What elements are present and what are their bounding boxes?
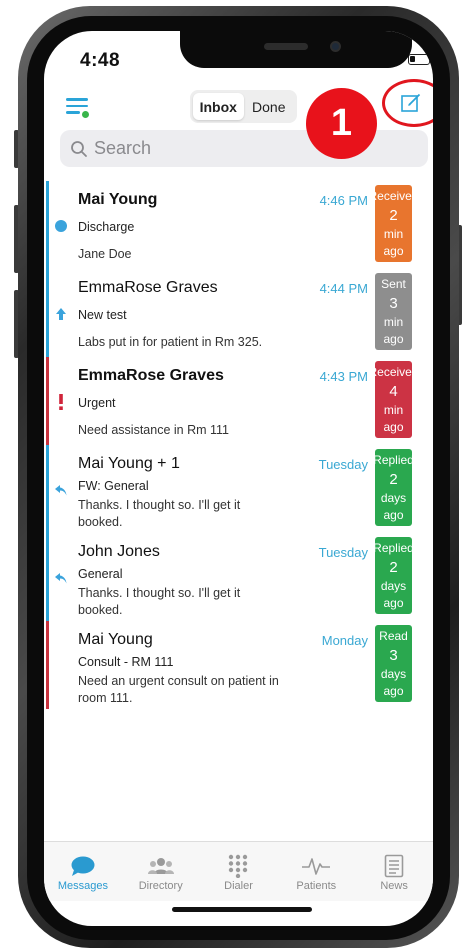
search-icon: [71, 140, 87, 157]
inbox-done-toggle: Inbox Done: [190, 90, 297, 123]
message-row[interactable]: Mai Young Monday Consult - RM 111 Need a…: [44, 621, 433, 709]
keypad-icon: [229, 854, 248, 878]
message-subject: New test: [78, 308, 127, 322]
home-indicator[interactable]: [172, 907, 312, 912]
message-preview: Need assistance in Rm 111: [78, 423, 230, 437]
row-color-bar: [46, 445, 49, 533]
status-label: Replied: [373, 452, 414, 467]
status-label: Replied: [373, 540, 414, 555]
message-sender: John Jones: [78, 543, 160, 560]
message-time: Tuesday: [318, 545, 368, 560]
status-tile: Read 3 days ago: [375, 625, 412, 702]
row-color-bar: [46, 533, 49, 621]
message-preview: Thanks. I thought so. I'll get it booked…: [78, 586, 241, 617]
status-count: 4: [389, 382, 398, 400]
status-count: 3: [389, 646, 398, 664]
status-unit: min ago: [383, 226, 404, 258]
message-subject: General: [78, 567, 123, 581]
online-status-dot: [81, 110, 90, 119]
tab-patients[interactable]: Patients: [277, 842, 355, 901]
status-tile: Replied 2 days ago: [373, 537, 414, 614]
status-unit: days ago: [380, 490, 407, 522]
status-count: 2: [389, 206, 398, 224]
message-row[interactable]: Mai Young + 1 Tuesday FW: General Thanks…: [44, 445, 433, 533]
message-time: 4:44 PM: [319, 281, 368, 296]
row-color-bar: [46, 181, 49, 269]
message-subject: Discharge: [78, 220, 135, 234]
tab-dialer[interactable]: Dialer: [200, 842, 278, 901]
newspaper-icon: [384, 854, 404, 878]
message-preview: Need an urgent consult on patient in roo…: [78, 674, 279, 705]
status-label: Read: [379, 628, 408, 643]
message-sender: EmmaRose Graves: [78, 279, 218, 296]
message-time: Tuesday: [318, 457, 368, 472]
message-sender: Mai Young: [78, 631, 153, 648]
status-unit: min ago: [383, 314, 404, 346]
message-sender: EmmaRose Graves: [78, 367, 224, 384]
status-tile: Received 4 min ago: [368, 361, 419, 438]
reply-arrow-icon: [54, 483, 68, 497]
tab-inbox[interactable]: Inbox: [193, 93, 244, 120]
message-subject: Consult - RM 111: [78, 655, 174, 669]
message-row[interactable]: EmmaRose Graves 4:44 PM New test Labs pu…: [44, 269, 433, 357]
message-sender: Mai Young: [78, 191, 158, 208]
tab-label: Patients: [296, 880, 337, 892]
tab-directory[interactable]: Directory: [122, 842, 200, 901]
tab-label: Directory: [138, 880, 183, 892]
status-unit: min ago: [383, 402, 404, 434]
tab-label: News: [380, 880, 408, 892]
status-label: Sent: [381, 276, 406, 291]
message-subject: Urgent: [78, 396, 116, 410]
battery-icon: [407, 53, 433, 65]
message-preview: Labs put in for patient in Rm 325.: [78, 335, 263, 349]
status-count: 2: [389, 558, 398, 576]
speaker: [264, 43, 308, 50]
status-count: 2: [389, 470, 398, 488]
status-tile: Received 2 min ago: [368, 185, 419, 262]
message-preview: Jane Doe: [78, 247, 132, 261]
message-time: 4:46 PM: [319, 193, 368, 208]
message-time: 4:43 PM: [319, 369, 368, 384]
step-number-badge: 1: [306, 88, 377, 159]
app-screen: 4:48 Inbox Done 1 Mai Young 4:46 PM Disc…: [44, 31, 433, 926]
message-subject: FW: General: [78, 479, 149, 493]
row-color-bar: [46, 269, 49, 357]
message-preview: Thanks. I thought so. I'll get it booked…: [78, 498, 241, 529]
status-label: Received: [368, 188, 419, 203]
status-unit: days ago: [380, 578, 407, 610]
status-unit: days ago: [380, 666, 407, 698]
front-camera: [330, 41, 341, 52]
people-icon: [147, 858, 174, 874]
message-time: Monday: [321, 633, 368, 648]
notch: [180, 31, 412, 68]
status-tile: Sent 3 min ago: [375, 273, 412, 350]
tab-news[interactable]: News: [355, 842, 433, 901]
tab-bar: Messages Directory Dialer Patients News: [44, 841, 433, 901]
message-list: Mai Young 4:46 PM Discharge Jane Doe Rec…: [44, 181, 433, 709]
highlight-circle: [382, 79, 433, 127]
status-count: 3: [389, 294, 398, 312]
reply-arrow-icon: [54, 571, 68, 585]
status-time: 4:48: [80, 50, 121, 71]
message-sender: Mai Young + 1: [78, 455, 180, 472]
message-row[interactable]: EmmaRose Graves 4:43 PM Urgent Need assi…: [44, 357, 433, 445]
tab-label: Messages: [57, 880, 108, 892]
status-label: Received: [368, 364, 419, 379]
message-row[interactable]: John Jones Tuesday General Thanks. I tho…: [44, 533, 433, 621]
urgent-exclamation-icon: [54, 394, 68, 410]
row-color-bar: [46, 621, 49, 709]
row-color-bar: [46, 357, 49, 445]
menu-icon[interactable]: [66, 98, 90, 119]
message-row[interactable]: Mai Young 4:46 PM Discharge Jane Doe Rec…: [44, 181, 433, 269]
heartbeat-icon: [302, 858, 331, 875]
tab-messages[interactable]: Messages: [44, 842, 122, 901]
unread-dot-icon: [54, 219, 68, 233]
tab-label: Dialer: [224, 880, 253, 892]
chat-bubble-icon: [71, 856, 95, 876]
tab-done[interactable]: Done: [244, 93, 295, 120]
status-tile: Replied 2 days ago: [373, 449, 414, 526]
sent-arrow-icon: [54, 307, 68, 321]
